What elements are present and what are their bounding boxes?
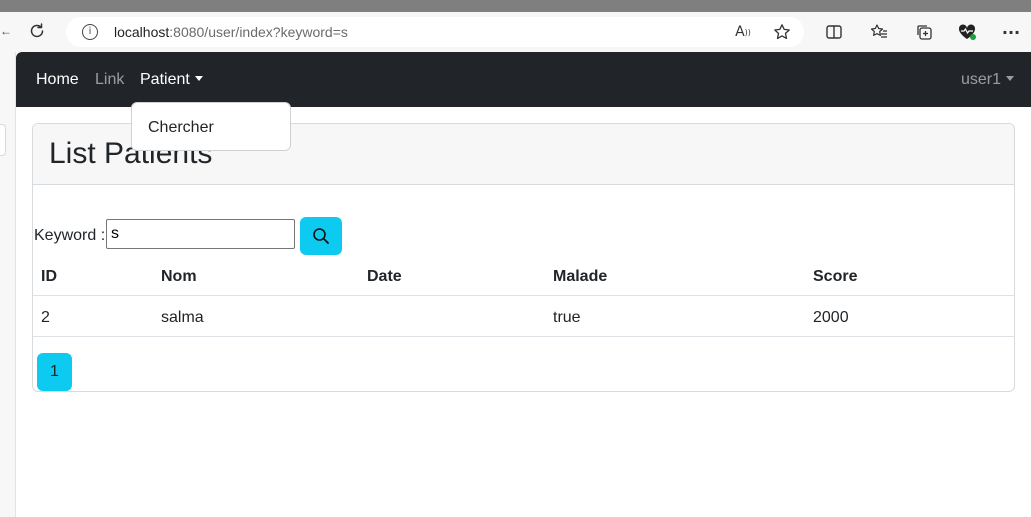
keyword-label: Keyword : xyxy=(34,227,106,244)
cell-malade: true xyxy=(553,309,581,326)
cell-id: 2 xyxy=(41,309,50,326)
sidebar-toggle[interactable] xyxy=(0,124,6,156)
more-icon[interactable]: ··· xyxy=(1001,22,1021,42)
window-top-strip xyxy=(0,0,1031,12)
dropdown-item-chercher[interactable]: Chercher xyxy=(148,118,214,138)
cell-nom: salma xyxy=(161,309,204,326)
back-arrow-icon[interactable]: ← xyxy=(0,24,12,38)
nav-link-link[interactable]: Link xyxy=(95,70,124,90)
nav-user-dropdown[interactable]: user1 xyxy=(961,70,1015,90)
column-header-malade: Malade xyxy=(553,268,608,285)
nav-home-link[interactable]: Home xyxy=(36,70,79,90)
url-text[interactable]: localhost:8080/user/index?keyword=s xyxy=(114,24,348,41)
search-button[interactable] xyxy=(300,217,342,255)
split-screen-icon[interactable] xyxy=(824,22,844,42)
collections-icon[interactable] xyxy=(914,22,934,42)
info-icon[interactable]: i xyxy=(82,24,98,40)
refresh-icon[interactable] xyxy=(26,20,48,42)
column-header-date: Date xyxy=(367,268,402,285)
favorites-icon[interactable] xyxy=(869,22,889,42)
nav-patient-dropdown[interactable]: Patient xyxy=(140,70,203,90)
caret-down-icon xyxy=(194,76,203,81)
cell-score: 2000 xyxy=(813,309,849,326)
read-aloud-icon[interactable]: A)) xyxy=(733,22,753,42)
health-icon[interactable] xyxy=(956,22,978,42)
caret-down-icon xyxy=(1006,76,1015,81)
column-header-id: ID xyxy=(41,268,57,285)
favorite-star-icon[interactable] xyxy=(772,22,792,42)
search-icon xyxy=(313,228,329,244)
column-header-score: Score xyxy=(813,268,858,285)
sidebar-edge xyxy=(0,52,16,517)
table-row-divider xyxy=(33,336,1014,337)
page-button-1[interactable]: 1 xyxy=(37,353,72,391)
patient-dropdown-menu: Chercher xyxy=(131,102,291,151)
keyword-input[interactable] xyxy=(106,219,295,249)
table-header-divider xyxy=(33,295,1014,296)
patients-card: List Patients xyxy=(32,123,1015,392)
column-header-nom: Nom xyxy=(161,268,197,285)
